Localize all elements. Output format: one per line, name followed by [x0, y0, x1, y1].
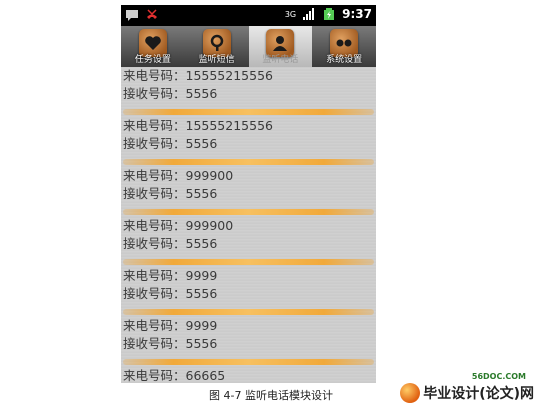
caller-number: 来电号码：15555215556	[123, 118, 273, 133]
tab-label: 任务设置	[134, 55, 171, 65]
dots-icon	[330, 29, 359, 57]
receiver-number: 接收号码：5556	[123, 86, 218, 101]
list-item[interactable]: 来电号码：9999 接收号码：5556	[121, 267, 376, 317]
tab-monitor-sms[interactable]: 监听短信	[185, 26, 249, 67]
list-item[interactable]: 来电号码：999900 接收号码：5556	[121, 217, 376, 267]
list-item[interactable]: 来电号码：66665	[121, 367, 376, 383]
caller-number: 来电号码：999900	[123, 168, 234, 183]
tab-monitor-calls[interactable]: 监听电话	[248, 26, 313, 67]
watermark-text: 毕业设计(论文)网	[423, 386, 534, 402]
tab-label: 监听电话	[262, 55, 299, 65]
signal-icon	[303, 8, 315, 20]
clock: 9:37	[342, 7, 372, 21]
caller-number: 来电号码：66665	[123, 368, 226, 383]
caller-number: 来电号码：999900	[123, 218, 234, 233]
caller-number: 来电号码：9999	[123, 318, 218, 333]
battery-icon	[324, 8, 335, 20]
receiver-number: 接收号码：5556	[123, 286, 218, 301]
missed-call-icon	[147, 9, 157, 19]
list-item[interactable]: 来电号码：9999 接收号码：5556	[121, 317, 376, 367]
divider	[123, 309, 374, 315]
receiver-number: 接收号码：5556	[123, 186, 218, 201]
divider	[123, 209, 374, 215]
list-item[interactable]: 来电号码：999900 接收号码：5556	[121, 167, 376, 217]
tab-bar: 任务设置 监听短信 监听电话 系统设置	[121, 26, 376, 67]
status-bar: 3G 9:37	[121, 5, 376, 26]
divider	[123, 159, 374, 165]
phone-screen: 3G 9:37 任务设置 监听短信 监听电话 系统设置 来电号码：1555521…	[121, 5, 376, 383]
list-item[interactable]: 来电号码：15555215556 接收号码：5556	[121, 67, 376, 117]
tab-task-settings[interactable]: 任务设置	[121, 26, 185, 67]
divider	[123, 109, 374, 115]
logo-ball-icon	[400, 383, 421, 403]
receiver-number: 接收号码：5556	[123, 336, 218, 351]
heart-icon	[138, 29, 167, 57]
3g-icon: 3G	[284, 9, 297, 19]
watermark-url: 56DOC.COM	[471, 372, 526, 381]
tab-label: 系统设置	[326, 55, 363, 65]
tab-system-settings[interactable]: 系统设置	[312, 26, 376, 67]
caller-number: 来电号码：15555215556	[123, 68, 273, 83]
magnifier-icon	[202, 29, 231, 57]
call-record-list[interactable]: 来电号码：15555215556 接收号码：5556 来电号码：15555215…	[121, 67, 376, 383]
receiver-number: 接收号码：5556	[123, 236, 218, 251]
divider	[123, 359, 374, 365]
caller-number: 来电号码：9999	[123, 268, 218, 283]
divider	[123, 259, 374, 265]
person-icon	[266, 29, 295, 57]
tab-label: 监听短信	[198, 55, 235, 65]
message-icon	[126, 10, 138, 21]
watermark-logo: 56DOC.COM 毕业设计(论文)网	[400, 372, 534, 403]
list-item[interactable]: 来电号码：15555215556 接收号码：5556	[121, 117, 376, 167]
receiver-number: 接收号码：5556	[123, 136, 218, 151]
